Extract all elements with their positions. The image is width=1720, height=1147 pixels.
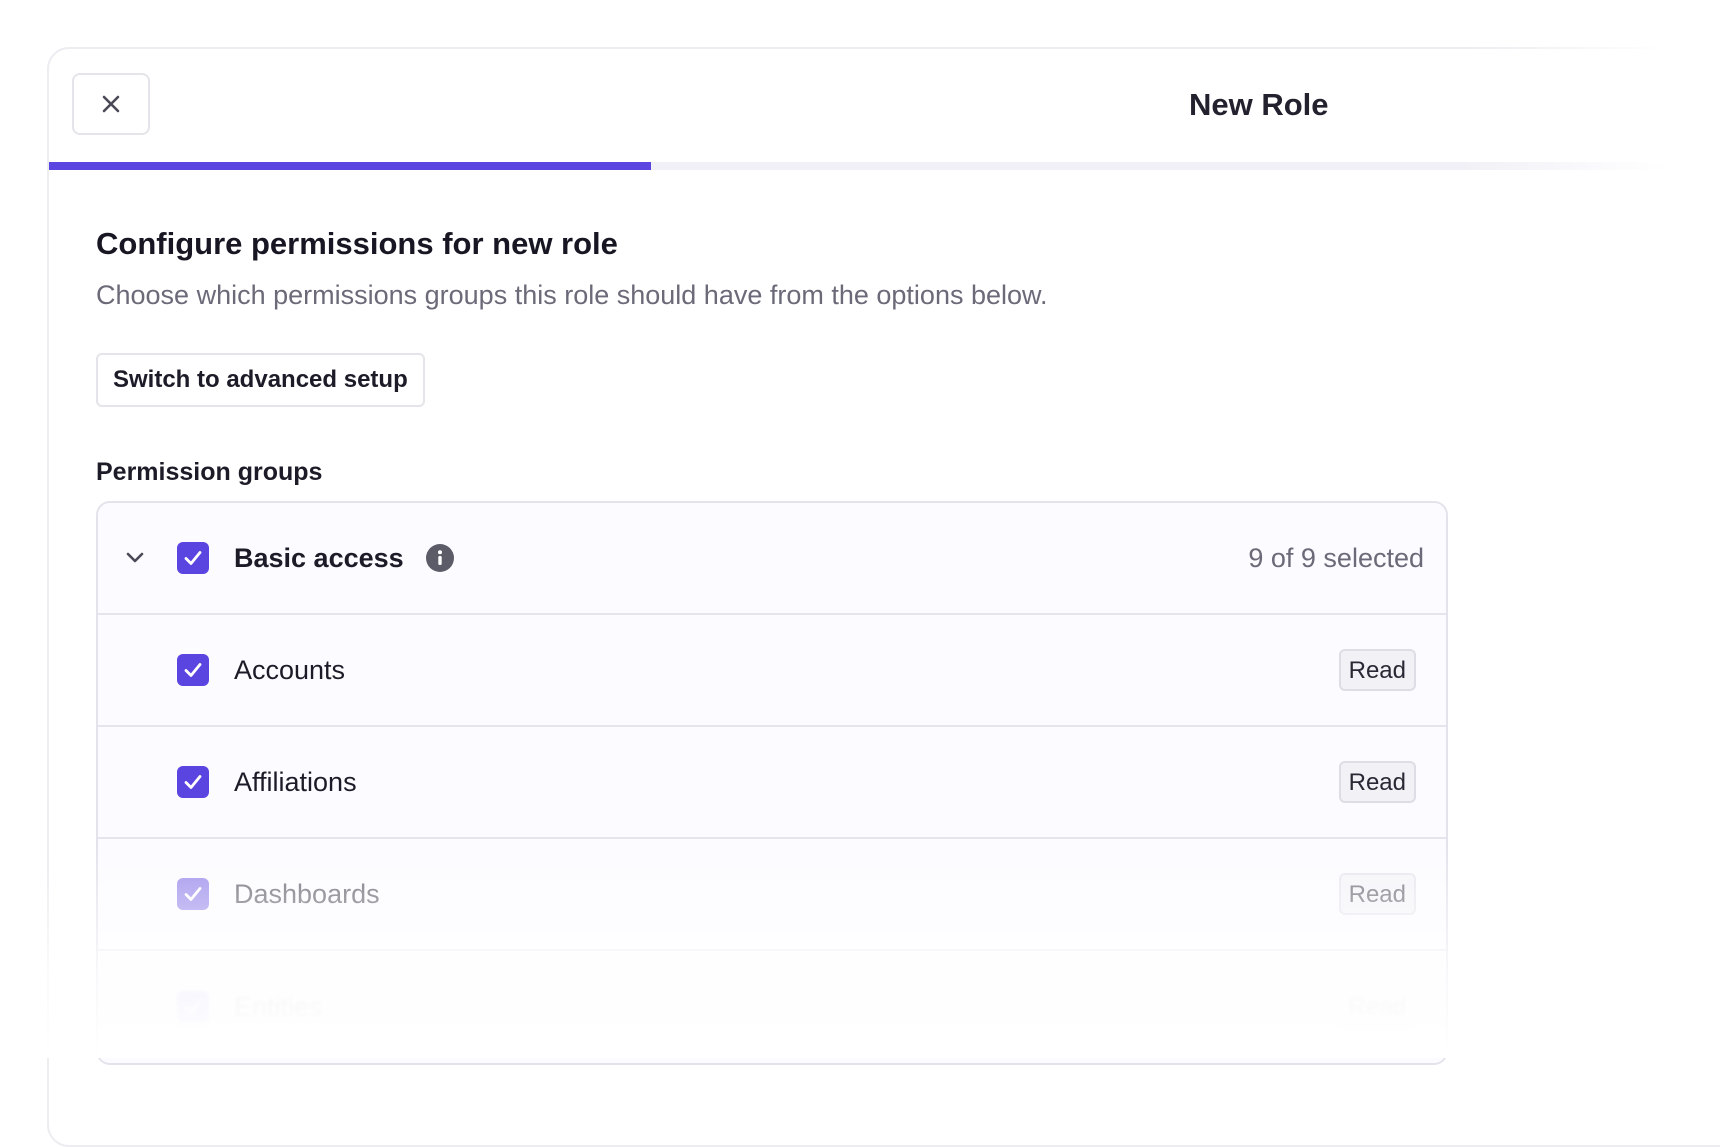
access-level-badge[interactable]: Read [1339,761,1416,803]
permission-item-row: Entities Read [98,951,1446,1063]
permission-item-row: Dashboards Read [98,839,1446,951]
selected-count: 9 of 9 selected [1248,543,1424,574]
permission-group-row: Basic access 9 of 9 selected [98,503,1446,615]
checkmark-icon [182,996,204,1018]
info-icon[interactable] [426,544,454,572]
group-checkbox[interactable] [177,542,209,574]
permission-label: Dashboards [234,879,380,910]
permission-item-row: Accounts Read [98,615,1446,727]
permission-label: Accounts [234,655,345,686]
close-button[interactable] [72,73,150,135]
permission-checkbox[interactable] [177,654,209,686]
modal-header: New Role [49,49,1720,164]
close-icon [101,94,121,114]
permission-groups-label: Permission groups [96,457,1496,487]
page-heading: Configure permissions for new role [96,224,1496,264]
access-level-badge[interactable]: Read [1339,986,1416,1028]
permission-checkbox[interactable] [177,766,209,798]
access-level-badge[interactable]: Read [1339,873,1416,915]
access-level-badge[interactable]: Read [1339,649,1416,691]
modal-content: Configure permissions for new role Choos… [96,224,1496,1065]
permission-label: Entities [234,992,323,1023]
permission-item-row: Affiliations Read [98,727,1446,839]
page-description: Choose which permissions groups this rol… [96,278,1496,312]
group-name: Basic access [234,543,404,574]
permission-groups-panel: Basic access 9 of 9 selected Accounts Re… [96,501,1448,1065]
checkmark-icon [182,659,204,681]
permission-label: Affiliations [234,767,357,798]
permission-checkbox[interactable] [177,878,209,910]
checkmark-icon [182,771,204,793]
permission-checkbox[interactable] [177,991,209,1023]
progress-bar-fill [49,162,651,170]
checkmark-icon [182,547,204,569]
new-role-modal: New Role Configure permissions for new r… [47,47,1720,1147]
checkmark-icon [182,883,204,905]
chevron-down-icon[interactable] [122,545,148,571]
modal-title: New Role [1189,87,1329,123]
progress-bar [49,162,1720,170]
switch-to-advanced-setup-button[interactable]: Switch to advanced setup [96,353,425,407]
